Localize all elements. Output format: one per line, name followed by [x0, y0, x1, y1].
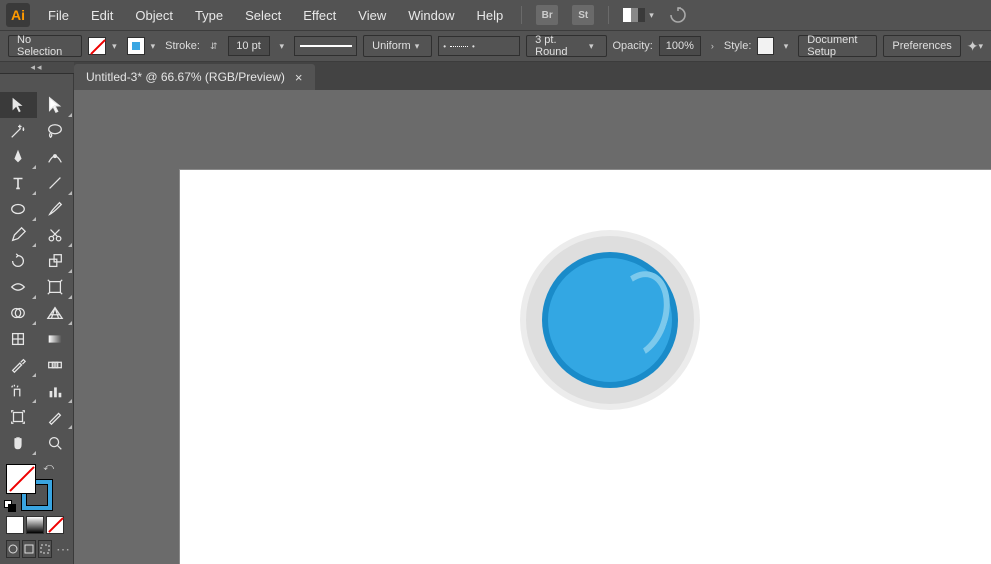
graphic-style-swatch[interactable] [757, 37, 773, 55]
fill-dropdown[interactable]: ▾ [108, 41, 121, 52]
menu-help[interactable]: Help [472, 6, 507, 25]
eraser-scissors-tool[interactable] [37, 222, 74, 248]
opacity-label: Opacity: [613, 40, 653, 52]
stroke-swatch[interactable] [127, 37, 145, 55]
artboard[interactable] [180, 170, 991, 564]
document-tab-bar: Untitled-3* @ 66.67% (RGB/Preview) × [74, 62, 991, 90]
style-label: Style: [724, 40, 752, 52]
stock-icon[interactable]: St [572, 5, 594, 25]
ellipse-tool[interactable] [0, 196, 37, 222]
selection-tool[interactable] [0, 92, 37, 118]
stroke-label: Stroke: [165, 40, 200, 52]
document-setup-button[interactable]: Document Setup [798, 35, 877, 57]
width-tool[interactable] [0, 274, 37, 300]
mesh-tool[interactable] [0, 326, 37, 352]
fill-proxy[interactable] [6, 464, 36, 494]
stroke-weight-dropdown[interactable]: ▾ [276, 41, 289, 52]
menu-object[interactable]: Object [131, 6, 177, 25]
draw-inside[interactable] [38, 540, 52, 558]
stroke-stepper[interactable]: ⇵ [206, 41, 222, 52]
document-tab-title: Untitled-3* @ 66.67% (RGB/Preview) [86, 70, 285, 84]
screen-mode-icon[interactable]: ⋯ [54, 541, 71, 558]
swap-fill-stroke-icon[interactable]: ⤺ [43, 462, 54, 473]
stroke-dropdown[interactable]: ▾ [147, 41, 160, 52]
workspace-icon [623, 8, 645, 22]
color-mode-gradient[interactable] [26, 516, 44, 534]
control-bar: No Selection ▾ ▾ Stroke: ⇵ ▾ Uniform▾ • … [0, 30, 991, 62]
canvas-area[interactable] [74, 90, 991, 564]
default-fill-stroke-icon[interactable] [4, 500, 16, 512]
blend-tool[interactable] [37, 352, 74, 378]
shape-builder-tool[interactable] [0, 300, 37, 326]
fill-stroke-proxy[interactable]: ⤺ [6, 464, 52, 510]
fill-swatch[interactable] [88, 37, 106, 55]
tool-panel: ⤺ ⋯ [0, 74, 74, 564]
zoom-tool[interactable] [37, 430, 74, 456]
stroke-type-preview[interactable] [294, 36, 357, 56]
color-mode-solid[interactable] [6, 516, 24, 534]
align-flyout[interactable]: ✦▾ [967, 38, 983, 55]
selection-state[interactable]: No Selection [8, 35, 82, 57]
menu-type[interactable]: Type [191, 6, 227, 25]
slice-tool[interactable] [37, 404, 74, 430]
magic-wand-tool[interactable] [0, 118, 37, 144]
graphic-style-dropdown[interactable]: ▾ [780, 41, 793, 52]
close-tab-icon[interactable]: × [295, 70, 303, 85]
rotate-tool[interactable] [0, 248, 37, 274]
opacity-dropdown[interactable]: › [707, 41, 718, 51]
glossy-button-artwork[interactable] [520, 230, 700, 410]
draw-behind[interactable] [22, 540, 36, 558]
direct-selection-tool[interactable] [37, 92, 74, 118]
perspective-grid-tool[interactable] [37, 300, 74, 326]
preferences-button[interactable]: Preferences [883, 35, 960, 57]
document-tab[interactable]: Untitled-3* @ 66.67% (RGB/Preview) × [74, 64, 315, 90]
paintbrush-tool[interactable] [37, 196, 74, 222]
eyedropper-tool[interactable] [0, 352, 37, 378]
menu-view[interactable]: View [354, 6, 390, 25]
brush-profile-dropdown[interactable]: 3 pt. Round▾ [526, 35, 606, 57]
pencil-tool[interactable] [0, 222, 37, 248]
draw-normal[interactable] [6, 540, 20, 558]
sync-settings-icon[interactable] [668, 5, 688, 25]
artboard-tool[interactable] [0, 404, 37, 430]
hand-tool[interactable] [0, 430, 37, 456]
app-logo: Ai [6, 3, 30, 27]
menu-window[interactable]: Window [404, 6, 458, 25]
gradient-tool[interactable] [37, 326, 74, 352]
opacity-input[interactable] [659, 36, 701, 56]
menu-file[interactable]: File [44, 6, 73, 25]
line-segment-tool[interactable] [37, 170, 74, 196]
symbol-sprayer-tool[interactable] [0, 378, 37, 404]
column-graph-tool[interactable] [37, 378, 74, 404]
color-mode-none[interactable] [46, 516, 64, 534]
menu-separator [521, 6, 522, 24]
workspace-switcher[interactable]: ▾ [623, 8, 654, 22]
chevron-down-icon: ▾ [649, 10, 654, 21]
menu-separator [608, 6, 609, 24]
menu-select[interactable]: Select [241, 6, 285, 25]
lasso-tool[interactable] [37, 118, 74, 144]
stroke-type-dropdown[interactable]: Uniform▾ [363, 35, 432, 57]
stroke-weight-input[interactable] [228, 36, 270, 56]
menu-edit[interactable]: Edit [87, 6, 117, 25]
scale-tool[interactable] [37, 248, 74, 274]
pen-tool[interactable] [0, 144, 37, 170]
free-transform-tool[interactable] [37, 274, 74, 300]
type-tool[interactable] [0, 170, 37, 196]
tool-panel-collapse[interactable]: ◂◂ [0, 62, 74, 74]
bridge-icon[interactable]: Br [536, 5, 558, 25]
brush-profile[interactable]: • • [438, 36, 520, 56]
menu-bar: Ai File Edit Object Type Select Effect V… [0, 0, 991, 30]
menu-effect[interactable]: Effect [299, 6, 340, 25]
curvature-tool[interactable] [37, 144, 74, 170]
